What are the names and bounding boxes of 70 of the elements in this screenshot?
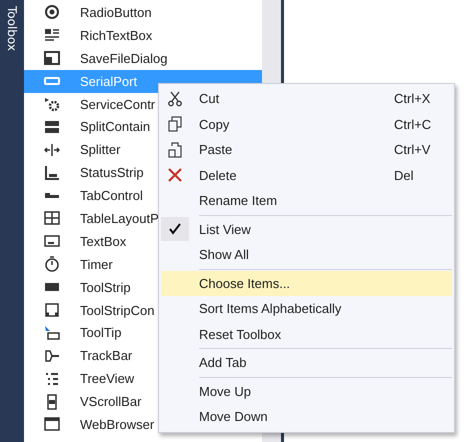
browser-icon xyxy=(44,416,60,432)
item-label: StatusStrip xyxy=(80,165,144,180)
menu-label: List View xyxy=(199,222,252,237)
item-label: ToolTip xyxy=(80,325,122,340)
shortcut-label: Ctrl+V xyxy=(394,142,432,158)
menu-label: Rename Item xyxy=(199,193,278,208)
split-panel-icon xyxy=(44,118,60,135)
toolbox-item[interactable]: RichTextBox xyxy=(24,24,262,47)
item-label: Splitter xyxy=(80,142,120,158)
menu-item[interactable]: Show All xyxy=(161,242,452,268)
container-icon xyxy=(44,302,60,318)
menu-label: Copy xyxy=(199,116,230,132)
shortcut-label: Del xyxy=(394,168,415,183)
item-label: ToolStripCon xyxy=(80,302,154,318)
menu-item[interactable]: Delete Del xyxy=(161,162,452,188)
toolbox-item[interactable]: RadioButton xyxy=(24,1,262,24)
item-label: TableLayoutP xyxy=(80,210,159,226)
item-label: TextBox xyxy=(80,234,126,249)
menu-label: Choose Items... xyxy=(199,276,292,291)
textbox-icon xyxy=(44,233,60,250)
tree-icon xyxy=(44,370,60,387)
table-icon xyxy=(44,210,60,226)
menu-item[interactable]: Choose Items... xyxy=(161,270,452,296)
item-label: ServiceContr xyxy=(80,96,156,112)
item-label: SaveFileDialog xyxy=(80,50,168,66)
menu-item[interactable]: Move Down xyxy=(161,404,452,430)
menu-item[interactable]: List View xyxy=(161,216,452,242)
menu-item[interactable]: Sort Items Alphabetically xyxy=(161,296,452,322)
item-label: VScrollBar xyxy=(80,394,142,410)
stopwatch-icon xyxy=(44,256,60,272)
item-label: TrackBar xyxy=(80,348,132,364)
shortcut-label: Ctrl+C xyxy=(394,116,432,132)
item-label: WebBrowser xyxy=(80,416,154,432)
text-document-icon xyxy=(44,27,60,44)
paste-icon xyxy=(167,142,183,158)
menu-label: Move Up xyxy=(199,384,252,399)
menu-label: Sort Items Alphabetically xyxy=(199,301,342,316)
copy-icon xyxy=(167,116,183,132)
toolbox-tab[interactable]: Toolbox xyxy=(5,6,19,51)
item-label: ToolStrip xyxy=(80,280,131,295)
menu-item[interactable]: Reset Toolbox xyxy=(161,322,452,347)
menu-item[interactable]: Copy Ctrl+C xyxy=(161,112,452,137)
item-label: RichTextBox xyxy=(80,28,152,43)
splitter-icon xyxy=(44,142,60,158)
item-label: SerialPort xyxy=(80,74,138,89)
item-label: RadioButton xyxy=(80,4,152,20)
menu-item[interactable]: Paste Ctrl+V xyxy=(161,137,452,162)
status-strip-icon xyxy=(44,164,60,181)
radio-icon xyxy=(44,4,60,20)
slider-icon xyxy=(44,348,60,364)
item-label: Timer xyxy=(80,256,113,272)
menu-label: Reset Toolbox xyxy=(199,326,282,342)
menu-label: Add Tab xyxy=(199,355,248,370)
menu-label: Cut xyxy=(199,91,220,106)
scissors-icon xyxy=(167,90,183,107)
shortcut-label: Ctrl+X xyxy=(394,91,432,106)
menu-label: Paste xyxy=(199,142,234,158)
item-label: TreeView xyxy=(80,371,134,386)
menu-label: Delete xyxy=(199,168,238,183)
menu-item[interactable]: Rename Item xyxy=(161,188,452,214)
delete-icon xyxy=(167,167,183,184)
menu-item[interactable]: Move Up xyxy=(161,378,452,404)
tooltip-icon xyxy=(44,324,60,341)
toolbox-item[interactable]: SaveFileDialog xyxy=(24,46,262,70)
menu-label: Show All xyxy=(199,247,250,262)
menu-label: Move Down xyxy=(199,409,269,424)
menu-item[interactable]: Add Tab xyxy=(161,350,452,376)
checkmark-icon xyxy=(169,223,181,236)
item-label: SplitContain xyxy=(80,119,150,134)
item-label: TabControl xyxy=(80,188,143,204)
